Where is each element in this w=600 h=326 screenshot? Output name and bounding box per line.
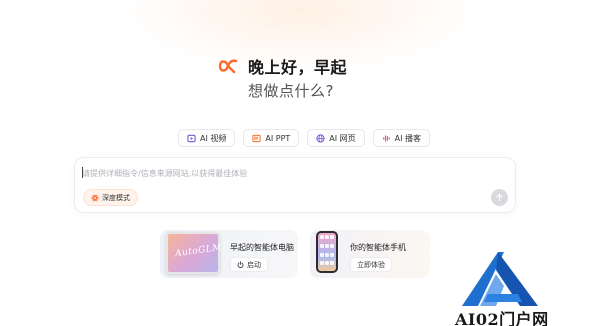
chip-ai-web[interactable]: AI 网页 [307,129,365,147]
card-title: 早起的智能体电脑 [230,243,294,252]
greeting-text: 晚上好，早起 [248,58,348,77]
agent-phone-card[interactable]: 你的智能体手机 立即体验 [310,230,430,278]
launch-label: 启动 [247,260,261,269]
thumbnail-logo-text: AutoGLM [174,242,223,260]
watermark-logo-icon [462,252,538,306]
text-cursor [82,167,83,178]
chip-ai-video[interactable]: AI 视频 [178,129,236,147]
prompt-composer: 深度模式 [74,157,516,213]
chip-label: AI PPT [265,133,291,143]
watermark-text: AI02门户网 [455,310,549,326]
chip-label: AI 网页 [329,133,356,143]
agent-computer-thumbnail: AutoGLM [166,232,223,274]
prompt-input[interactable] [82,166,482,180]
power-icon [237,261,244,268]
send-button[interactable] [491,189,508,206]
chip-ai-ppt[interactable]: AI PPT [243,129,300,147]
agent-computer-card[interactable]: AutoGLM 早起的智能体电脑 启动 [160,230,298,278]
chip-label: AI 视频 [200,133,227,143]
mode-chips: AI 视频 AI PPT AI 网页 AI 播客 [178,129,431,147]
card-title: 你的智能体手机 [350,243,406,252]
brand-logo-icon [218,59,238,74]
phone-screen [318,233,336,271]
podcast-icon [382,134,390,142]
launch-button[interactable]: 启动 [230,257,268,272]
deep-mode-label: 深度模式 [102,193,130,202]
phone-thumbnail [316,231,338,273]
chip-label: AI 播客 [394,133,422,143]
arrow-up-icon [496,193,503,202]
try-now-label: 立即体验 [357,260,385,269]
chip-ai-podcast[interactable]: AI 播客 [372,129,431,147]
deep-mode-button[interactable]: 深度模式 [83,189,138,206]
greeting-header: 晚上好，早起 [218,54,347,78]
video-icon [187,134,196,142]
subtitle-text: 想做点什么? [248,82,334,100]
web-icon [316,133,325,143]
atom-icon [91,194,99,201]
ppt-icon [252,134,262,142]
try-now-button[interactable]: 立即体验 [350,257,392,272]
